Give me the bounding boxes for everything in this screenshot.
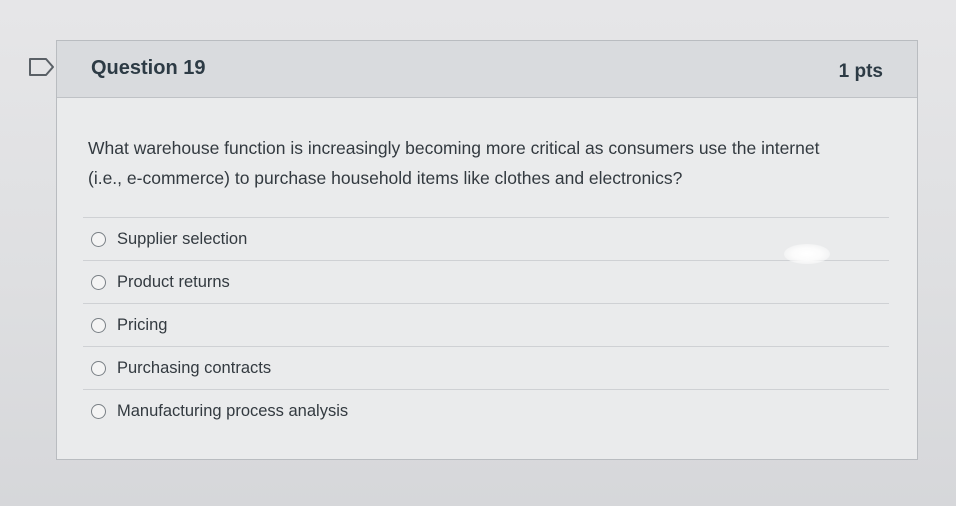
question-points: 1 pts bbox=[838, 61, 883, 82]
answer-label[interactable]: Supplier selection bbox=[117, 230, 247, 249]
answer-label[interactable]: Product returns bbox=[117, 273, 230, 292]
answer-list: Supplier selection Product returns Prici… bbox=[83, 217, 889, 432]
answer-option[interactable]: Manufacturing process analysis bbox=[83, 389, 889, 432]
radio-button[interactable] bbox=[91, 360, 106, 376]
answer-label[interactable]: Purchasing contracts bbox=[117, 359, 271, 378]
answer-option[interactable]: Product returns bbox=[83, 260, 889, 303]
answer-label[interactable]: Manufacturing process analysis bbox=[117, 402, 348, 421]
question-text: What warehouse function is increasingly … bbox=[88, 138, 820, 188]
answer-label[interactable]: Pricing bbox=[117, 316, 167, 335]
flag-question-icon[interactable] bbox=[28, 57, 56, 77]
radio-button[interactable] bbox=[91, 231, 106, 247]
answer-option[interactable]: Supplier selection bbox=[83, 217, 889, 260]
radio-button[interactable] bbox=[91, 317, 106, 333]
screen-glare bbox=[784, 244, 830, 264]
question-title: Question 19 bbox=[91, 57, 206, 79]
answer-option[interactable]: Pricing bbox=[83, 303, 889, 346]
answer-option[interactable]: Purchasing contracts bbox=[83, 346, 889, 389]
radio-button[interactable] bbox=[91, 274, 106, 290]
radio-button[interactable] bbox=[91, 403, 106, 419]
question-header: Question 19 1 pts bbox=[57, 41, 917, 98]
